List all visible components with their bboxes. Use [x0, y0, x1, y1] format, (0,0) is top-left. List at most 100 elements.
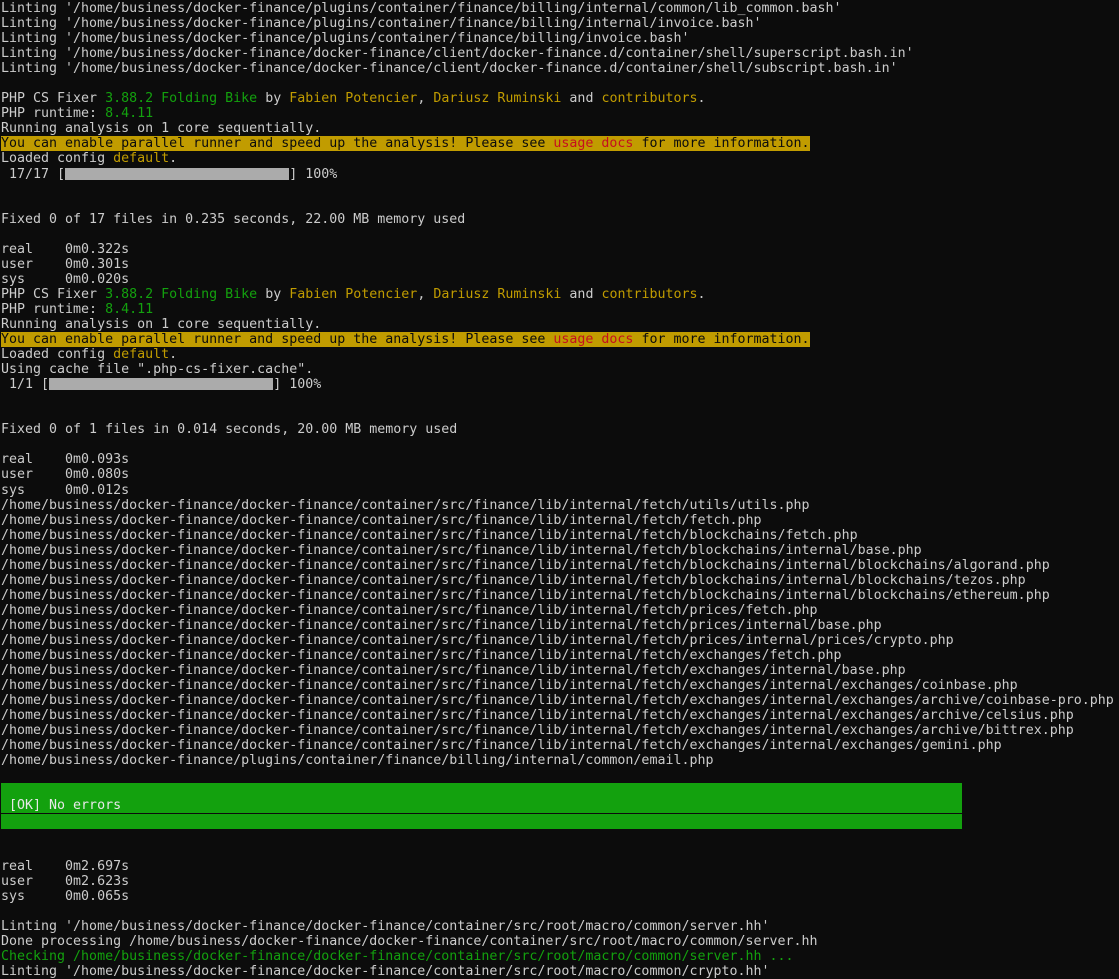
terminal-text: by	[257, 91, 289, 106]
terminal-text: /home/business/docker-finance/docker-fin…	[1, 513, 762, 528]
terminal-text: Checking /home/business/docker-finance/d…	[1, 949, 794, 964]
terminal-line: /home/business/docker-finance/docker-fin…	[1, 513, 1119, 528]
terminal-text: 17/17 [	[1, 167, 65, 182]
terminal-line	[1, 227, 1119, 242]
terminal-line: /home/business/docker-finance/docker-fin…	[1, 588, 1119, 603]
terminal-text: real 0m2.697s	[1, 859, 129, 874]
terminal-line	[1, 904, 1119, 919]
terminal-line: 1/1 [] 100%	[1, 377, 1119, 392]
terminal-text: /home/business/docker-finance/docker-fin…	[1, 543, 922, 558]
terminal-line	[1, 768, 1119, 783]
terminal-line	[1, 76, 1119, 91]
terminal-text: contributors	[601, 91, 697, 106]
terminal-line: PHP CS Fixer 3.88.2 Folding Bike by Fabi…	[1, 91, 1119, 106]
terminal-text: Fixed 0 of 1 files in 0.014 seconds, 20.…	[1, 422, 457, 437]
terminal-text: by	[257, 287, 289, 302]
terminal-text: You can enable parallel runner and speed…	[1, 136, 553, 151]
terminal-line: user 0m2.623s	[1, 874, 1119, 889]
terminal-line: Using cache file ".php-cs-fixer.cache".	[1, 362, 1119, 377]
terminal-text: sys 0m0.020s	[1, 272, 129, 287]
terminal-text: 3.88.2 Folding Bike	[105, 91, 257, 106]
progress-bar	[65, 168, 289, 180]
terminal-line: /home/business/docker-finance/docker-fin…	[1, 573, 1119, 588]
terminal-text: .	[698, 91, 706, 106]
terminal-line: user 0m0.301s	[1, 257, 1119, 272]
terminal-text: /home/business/docker-finance/docker-fin…	[1, 498, 810, 513]
terminal-text: /home/business/docker-finance/docker-fin…	[1, 573, 1026, 588]
terminal-text: usage docs	[553, 332, 633, 347]
terminal-line: Linting '/home/business/docker-finance/d…	[1, 61, 1119, 76]
terminal-line: 17/17 [ ] 100%	[1, 167, 1119, 182]
terminal-text: [OK] No errors	[1, 798, 962, 813]
terminal-text: /home/business/docker-finance/docker-fin…	[1, 588, 1050, 603]
terminal-text: user 0m2.623s	[1, 874, 129, 889]
terminal-text: PHP runtime:	[1, 106, 105, 121]
terminal-text: Loaded config	[1, 151, 113, 166]
terminal-text: /home/business/docker-finance/plugins/co…	[1, 753, 713, 768]
terminal-line	[1, 392, 1119, 407]
terminal-text: You can enable parallel runner and speed…	[1, 332, 553, 347]
terminal-line: [OK] No errors	[1, 798, 1119, 813]
terminal-line: /home/business/docker-finance/docker-fin…	[1, 543, 1119, 558]
terminal-text: PHP runtime:	[1, 302, 105, 317]
terminal-text: Linting '/home/business/docker-finance/d…	[1, 919, 770, 934]
progress-bar	[49, 378, 273, 390]
terminal-text: ] 100%	[273, 377, 321, 392]
terminal-text: Linting '/home/business/docker-finance/p…	[1, 31, 689, 46]
terminal-text: and	[561, 287, 601, 302]
terminal-line: PHP runtime: 8.4.11	[1, 106, 1119, 121]
terminal-text: default	[113, 151, 169, 166]
terminal-text: 3.88.2 Folding Bike	[105, 287, 257, 302]
terminal-text: user 0m0.080s	[1, 467, 129, 482]
terminal-line: /home/business/docker-finance/docker-fin…	[1, 498, 1119, 513]
terminal-line: Linting '/home/business/docker-finance/p…	[1, 16, 1119, 31]
terminal-line: PHP runtime: 8.4.11	[1, 302, 1119, 317]
terminal-line: /home/business/docker-finance/docker-fin…	[1, 618, 1119, 633]
terminal-line: /home/business/docker-finance/docker-fin…	[1, 663, 1119, 678]
terminal-text: Fabien Potencier	[289, 91, 417, 106]
terminal-text: Linting '/home/business/docker-finance/p…	[1, 16, 762, 31]
terminal-text: /home/business/docker-finance/docker-fin…	[1, 648, 842, 663]
terminal-line: real 0m0.322s	[1, 242, 1119, 257]
terminal-text: PHP CS Fixer	[1, 287, 105, 302]
terminal-line: sys 0m0.012s	[1, 483, 1119, 498]
terminal-text: ] 100%	[289, 167, 337, 182]
terminal-line: PHP CS Fixer 3.88.2 Folding Bike by Fabi…	[1, 287, 1119, 302]
terminal-text: for more information.	[633, 136, 809, 151]
terminal-line	[1, 197, 1119, 212]
terminal-text: ,	[417, 287, 433, 302]
terminal-text: /home/business/docker-finance/docker-fin…	[1, 528, 858, 543]
terminal-output: Linting '/home/business/docker-finance/p…	[0, 0, 1119, 979]
terminal-text: and	[561, 91, 601, 106]
terminal-text: contributors	[601, 287, 697, 302]
terminal-line: /home/business/docker-finance/docker-fin…	[1, 633, 1119, 648]
terminal-line: Linting '/home/business/docker-finance/d…	[1, 46, 1119, 61]
terminal-text: Linting '/home/business/docker-finance/d…	[1, 61, 898, 76]
terminal-text: Dariusz Ruminski	[433, 91, 561, 106]
terminal-text: Running analysis on 1 core sequentially.	[1, 121, 321, 136]
terminal-line	[1, 783, 1119, 798]
terminal-text	[1, 783, 962, 798]
terminal-line: real 0m2.697s	[1, 859, 1119, 874]
terminal-line: /home/business/docker-finance/docker-fin…	[1, 528, 1119, 543]
terminal-line: sys 0m0.065s	[1, 889, 1119, 904]
terminal-line: sys 0m0.020s	[1, 272, 1119, 287]
terminal-line: Loaded config default.	[1, 151, 1119, 166]
terminal-text: Fabien Potencier	[289, 287, 417, 302]
terminal-text: usage docs	[553, 136, 633, 151]
terminal-text: ,	[417, 91, 433, 106]
terminal-line	[1, 829, 1119, 844]
terminal-line: /home/business/docker-finance/docker-fin…	[1, 708, 1119, 723]
terminal-line: Running analysis on 1 core sequentially.	[1, 121, 1119, 136]
terminal-line	[1, 407, 1119, 422]
terminal-text: real 0m0.093s	[1, 452, 129, 467]
terminal-line	[1, 182, 1119, 197]
terminal-text	[1, 814, 962, 829]
terminal-line: Fixed 0 of 17 files in 0.235 seconds, 22…	[1, 212, 1119, 227]
terminal-line: /home/business/docker-finance/docker-fin…	[1, 678, 1119, 693]
terminal-line	[1, 437, 1119, 452]
terminal-line: You can enable parallel runner and speed…	[1, 136, 1119, 151]
terminal-text: 8.4.11	[105, 302, 153, 317]
terminal-text: Fixed 0 of 17 files in 0.235 seconds, 22…	[1, 212, 465, 227]
terminal-text: /home/business/docker-finance/docker-fin…	[1, 693, 1114, 708]
